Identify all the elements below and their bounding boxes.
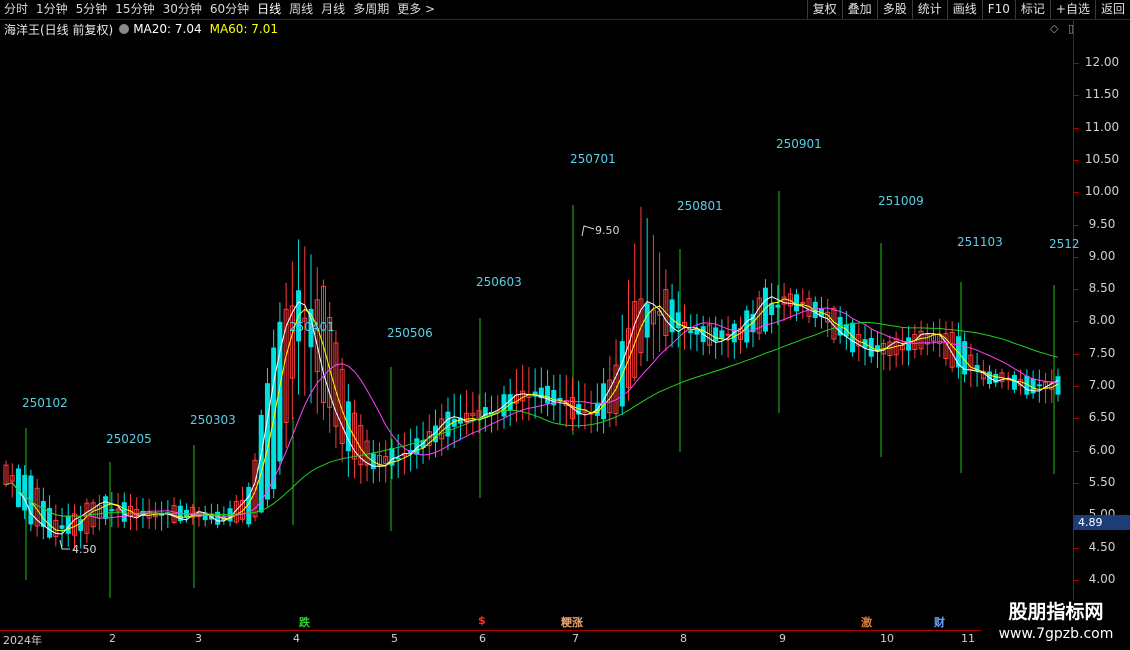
candle-body bbox=[644, 303, 650, 338]
price-tick bbox=[1074, 450, 1079, 452]
event-marker[interactable]: 粳涨 bbox=[561, 614, 583, 630]
price-tick bbox=[1074, 95, 1079, 97]
candle-body bbox=[775, 304, 781, 308]
candle-body bbox=[545, 385, 551, 404]
price-tick bbox=[1074, 192, 1079, 194]
month-label: 5 bbox=[391, 632, 398, 645]
candle-body bbox=[395, 457, 401, 460]
date-label: 251103 bbox=[957, 235, 1003, 249]
high-price-note: 9.50 bbox=[595, 224, 620, 237]
month-label: 3 bbox=[195, 632, 202, 645]
axis-baseline bbox=[0, 630, 1074, 631]
high-pointer bbox=[581, 225, 595, 237]
candle-body bbox=[109, 509, 115, 512]
price-tick-label: 5.50 bbox=[1088, 474, 1116, 489]
ma-line-white bbox=[5, 296, 1059, 535]
candle-body bbox=[794, 294, 800, 312]
price-tick bbox=[1074, 418, 1079, 420]
month-label: 4 bbox=[293, 632, 300, 645]
candle-body bbox=[1011, 374, 1017, 390]
price-tick-label: 9.00 bbox=[1088, 248, 1116, 263]
price-tick-label: 10.00 bbox=[1084, 184, 1120, 199]
current-price-tag: 4.89 bbox=[1074, 515, 1130, 531]
candle-body bbox=[1036, 384, 1042, 387]
candle-body bbox=[601, 383, 607, 420]
price-tick bbox=[1074, 321, 1079, 323]
candlestick-chart[interactable] bbox=[0, 0, 1074, 630]
watermark-name: 股朋指标网 bbox=[1008, 601, 1104, 623]
back-button[interactable]: 返回 bbox=[1094, 0, 1130, 19]
low-price-note: 4.50 bbox=[72, 543, 97, 556]
price-tick-label: 10.50 bbox=[1084, 151, 1120, 166]
watermark: 股朋指标网 www.7gpzb.com bbox=[982, 600, 1130, 650]
candle-body bbox=[769, 303, 775, 315]
month-label: 8 bbox=[680, 632, 687, 645]
date-label: 2512 bbox=[1049, 237, 1080, 251]
price-tick bbox=[1074, 224, 1079, 226]
month-label: 2024年 bbox=[3, 634, 42, 647]
candle-body bbox=[675, 312, 681, 329]
event-marker[interactable]: 激 bbox=[861, 614, 872, 630]
price-tick-label: 6.00 bbox=[1088, 442, 1116, 457]
price-tick bbox=[1074, 289, 1079, 291]
price-tick-label: 8.00 bbox=[1088, 313, 1116, 328]
date-label: 250603 bbox=[476, 275, 522, 289]
price-tick bbox=[1074, 579, 1079, 581]
price-tick-label: 8.50 bbox=[1088, 281, 1116, 296]
date-label: 250901 bbox=[776, 137, 822, 151]
event-marker[interactable]: 财 bbox=[934, 614, 945, 630]
watermark-url: www.7gpzb.com bbox=[998, 626, 1114, 642]
candle-body bbox=[22, 474, 28, 511]
month-label: 7 bbox=[572, 632, 579, 645]
price-tick-label: 11.50 bbox=[1084, 87, 1120, 102]
price-tick-label: 11.00 bbox=[1084, 119, 1120, 134]
candle-body bbox=[40, 500, 46, 527]
price-tick bbox=[1074, 159, 1079, 161]
event-marker[interactable]: 跌 bbox=[299, 614, 310, 630]
candle-body bbox=[906, 337, 912, 351]
date-label: 250701 bbox=[570, 152, 616, 166]
ma-line-magenta bbox=[5, 307, 1059, 519]
price-tick-label: 12.00 bbox=[1084, 55, 1120, 69]
ma-line-green bbox=[5, 321, 1059, 517]
date-label: 250401 bbox=[289, 320, 335, 334]
month-label: 6 bbox=[479, 632, 486, 645]
price-tick bbox=[1074, 63, 1079, 64]
date-label: 250506 bbox=[387, 326, 433, 340]
price-tick-label: 7.50 bbox=[1088, 345, 1116, 360]
price-tick bbox=[1074, 547, 1079, 549]
candle-body bbox=[713, 327, 719, 342]
price-tick-label: 9.50 bbox=[1088, 216, 1116, 231]
month-label: 2 bbox=[109, 632, 116, 645]
price-tick-label: 7.00 bbox=[1088, 378, 1116, 392]
candle-body bbox=[688, 330, 694, 334]
candle-body bbox=[103, 496, 109, 519]
date-label: 250205 bbox=[106, 432, 152, 446]
price-tick bbox=[1074, 256, 1079, 258]
price-tick bbox=[1074, 386, 1079, 387]
candle-body bbox=[843, 324, 849, 337]
date-label: 250303 bbox=[190, 413, 236, 427]
date-label: 250801 bbox=[677, 199, 723, 213]
candle-body bbox=[258, 414, 264, 513]
price-tick bbox=[1074, 127, 1079, 129]
date-label: 250102 bbox=[22, 396, 68, 410]
month-axis: 2024年 2 3 4 5 6 7 8 9 10 11 bbox=[0, 630, 1130, 650]
month-label: 9 bbox=[779, 632, 786, 645]
candle-body bbox=[445, 411, 451, 437]
price-tick-label: 4.00 bbox=[1088, 571, 1116, 586]
candle-body bbox=[507, 394, 513, 411]
candle-body bbox=[719, 330, 725, 339]
candle-body bbox=[725, 333, 731, 336]
price-tick-label: 4.50 bbox=[1088, 539, 1116, 554]
date-label: 251009 bbox=[878, 194, 924, 208]
month-label: 10 bbox=[880, 632, 894, 645]
price-tick-label: 6.50 bbox=[1088, 410, 1116, 425]
month-label: 11 bbox=[961, 632, 975, 645]
candle-body bbox=[15, 468, 21, 508]
event-marker[interactable]: $ bbox=[478, 614, 486, 627]
candle-body bbox=[59, 525, 65, 529]
price-tick bbox=[1074, 353, 1079, 355]
price-tick bbox=[1074, 482, 1079, 484]
